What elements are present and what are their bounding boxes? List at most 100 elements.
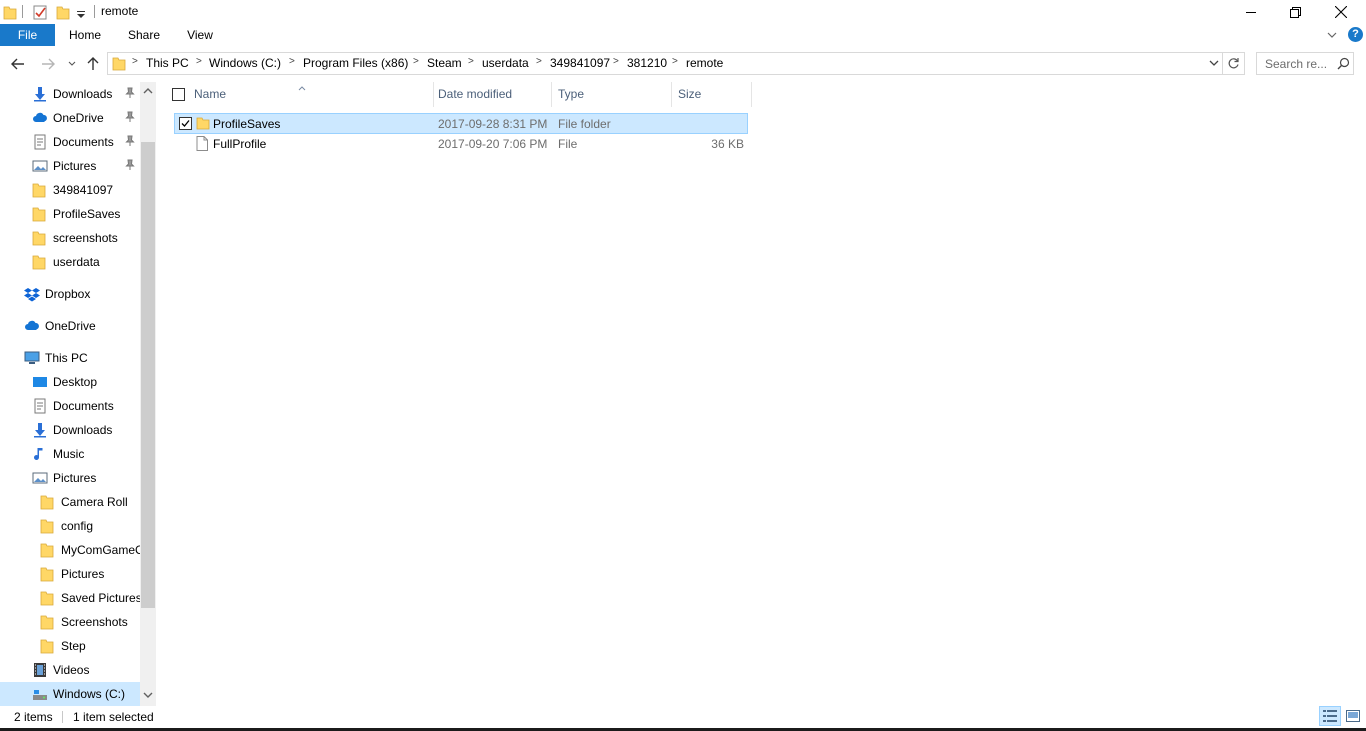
up-button[interactable]	[83, 54, 103, 74]
breadcrumb-steam[interactable]: Steam	[427, 56, 462, 70]
sidebar-item-label: Music	[53, 447, 85, 461]
refresh-button[interactable]	[1223, 52, 1245, 75]
sidebar-item-userdata[interactable]: userdata	[0, 250, 140, 274]
pin-icon	[125, 135, 135, 150]
breadcrumb-userdata[interactable]: userdata	[482, 56, 529, 70]
sidebar-item-step[interactable]: Step	[0, 634, 140, 658]
chevron-right-icon[interactable]: >	[613, 56, 619, 67]
folder-icon[interactable]	[3, 4, 17, 20]
chevron-right-icon[interactable]: >	[289, 56, 295, 67]
sidebar-item-profilesaves[interactable]: ProfileSaves	[0, 202, 140, 226]
column-header-date-modified[interactable]: Date modified	[432, 82, 552, 107]
breadcrumb-remote[interactable]: remote	[686, 56, 723, 70]
new-folder-icon[interactable]	[56, 4, 70, 20]
sort-ascending-icon	[298, 82, 306, 96]
pin-icon	[125, 111, 135, 126]
address-dropdown-icon[interactable]	[1208, 56, 1220, 73]
column-header-type[interactable]: Type	[552, 82, 672, 107]
large-icons-view-button[interactable]	[1343, 706, 1363, 726]
row-checkbox[interactable]	[179, 117, 192, 130]
customize-toolbar-icon[interactable]	[76, 8, 86, 24]
chevron-right-icon[interactable]: >	[413, 56, 419, 67]
sidebar-item-screenshots[interactable]: Screenshots	[0, 610, 140, 634]
breadcrumb-349841097[interactable]: 349841097	[550, 56, 610, 70]
table-row[interactable]: FullProfile 2017-09-20 7:06 PM File 36 K…	[174, 134, 748, 155]
sidebar-item-label: Downloads	[53, 423, 113, 437]
forward-button[interactable]	[38, 54, 58, 74]
sidebar-item-pictures[interactable]: Pictures	[0, 466, 140, 490]
sidebar-item-349841097[interactable]: 349841097	[0, 178, 140, 202]
column-label: Date modified	[438, 87, 513, 101]
breadcrumb-381210[interactable]: 381210	[627, 56, 667, 70]
address-bar[interactable]: > This PC > Windows (C:) > Program Files…	[107, 52, 1223, 75]
column-header-size[interactable]: Size	[672, 82, 752, 107]
minimize-button[interactable]	[1228, 0, 1274, 24]
sidebar-item-pictures[interactable]: Pictures	[0, 154, 140, 178]
breadcrumb-windows-c[interactable]: Windows (C:)	[209, 56, 281, 70]
search-box[interactable]: Search re...	[1256, 52, 1354, 75]
tab-home[interactable]: Home	[55, 24, 115, 46]
scroll-up-icon[interactable]	[143, 86, 153, 96]
close-icon	[1335, 6, 1347, 18]
nav-scrollbar-thumb[interactable]	[141, 142, 155, 608]
sidebar-item-dropbox[interactable]: Dropbox	[0, 282, 140, 306]
sidebar-item-label: Documents	[53, 399, 114, 413]
folder-icon	[40, 542, 56, 558]
folder-icon	[32, 254, 48, 270]
close-button[interactable]	[1318, 0, 1364, 24]
sidebar-item-label: Pictures	[53, 471, 97, 485]
expand-ribbon-icon[interactable]	[1325, 28, 1339, 42]
breadcrumb-program-files[interactable]: Program Files (x86)	[303, 56, 408, 70]
chevron-right-icon[interactable]: >	[196, 56, 202, 67]
sidebar-item-documents[interactable]: Documents	[0, 130, 140, 154]
sidebar-item-label: Pictures	[53, 159, 97, 173]
select-all-checkbox[interactable]	[172, 88, 185, 101]
sidebar-item-saved-pictures[interactable]: Saved Pictures	[0, 586, 142, 610]
scroll-down-icon[interactable]	[143, 690, 153, 700]
chevron-right-icon[interactable]: >	[672, 56, 678, 67]
sidebar-item-screenshots[interactable]: screenshots	[0, 226, 140, 250]
sidebar-item-config[interactable]: config	[0, 514, 140, 538]
breadcrumb-this-pc[interactable]: This PC	[146, 56, 189, 70]
status-separator	[62, 711, 63, 723]
back-arrow-icon	[11, 58, 24, 70]
minimize-icon	[1246, 12, 1256, 13]
help-icon[interactable]: ?	[1348, 27, 1363, 42]
chevron-right-icon[interactable]: >	[132, 56, 138, 67]
sidebar-item-onedrive[interactable]: OneDrive	[0, 314, 140, 338]
drive-icon	[32, 686, 48, 702]
sidebar-item-videos[interactable]: Videos	[0, 658, 140, 682]
file-explorer-window: remote File Home Share View ? > This PC …	[0, 0, 1366, 731]
column-header-name[interactable]: Name	[188, 82, 434, 107]
tab-view[interactable]: View	[173, 24, 227, 46]
large-icons-view-icon	[1346, 710, 1360, 722]
recent-locations-button[interactable]	[62, 54, 82, 74]
sidebar-item-downloads[interactable]: Downloads	[0, 82, 140, 106]
sidebar-item-music[interactable]: Music	[0, 442, 140, 466]
nav-scrollbar[interactable]	[140, 82, 156, 706]
sidebar-item-this-pc[interactable]: This PC	[0, 346, 140, 370]
chevron-right-icon[interactable]: >	[536, 56, 542, 67]
sidebar-item-mycomgamec[interactable]: MyComGameC	[0, 538, 144, 562]
folder-icon	[196, 116, 210, 133]
sidebar-item-desktop[interactable]: Desktop	[0, 370, 140, 394]
tab-file[interactable]: File	[0, 24, 55, 46]
sidebar-item-camera-roll[interactable]: Camera Roll	[0, 490, 140, 514]
up-arrow-icon	[87, 57, 99, 70]
ribbon-tabs: File Home Share View ?	[0, 24, 1366, 46]
restore-button[interactable]	[1272, 0, 1318, 24]
sidebar-item-onedrive[interactable]: OneDrive	[0, 106, 140, 130]
details-view-button[interactable]	[1319, 706, 1341, 726]
sidebar-item-downloads[interactable]: Downloads	[0, 418, 140, 442]
file-type: File folder	[558, 117, 611, 131]
sidebar-item-pictures[interactable]: Pictures	[0, 562, 140, 586]
chevron-right-icon[interactable]: >	[468, 56, 474, 67]
back-button[interactable]	[8, 54, 28, 74]
sidebar-item-windows-c[interactable]: Windows (C:)	[0, 682, 140, 706]
search-icon[interactable]	[1337, 57, 1350, 73]
table-row[interactable]: ProfileSaves 2017-09-28 8:31 PM File fol…	[174, 113, 748, 134]
search-placeholder: Search re...	[1265, 57, 1328, 71]
sidebar-item-documents[interactable]: Documents	[0, 394, 140, 418]
properties-icon[interactable]	[32, 4, 48, 20]
tab-share[interactable]: Share	[115, 24, 173, 46]
